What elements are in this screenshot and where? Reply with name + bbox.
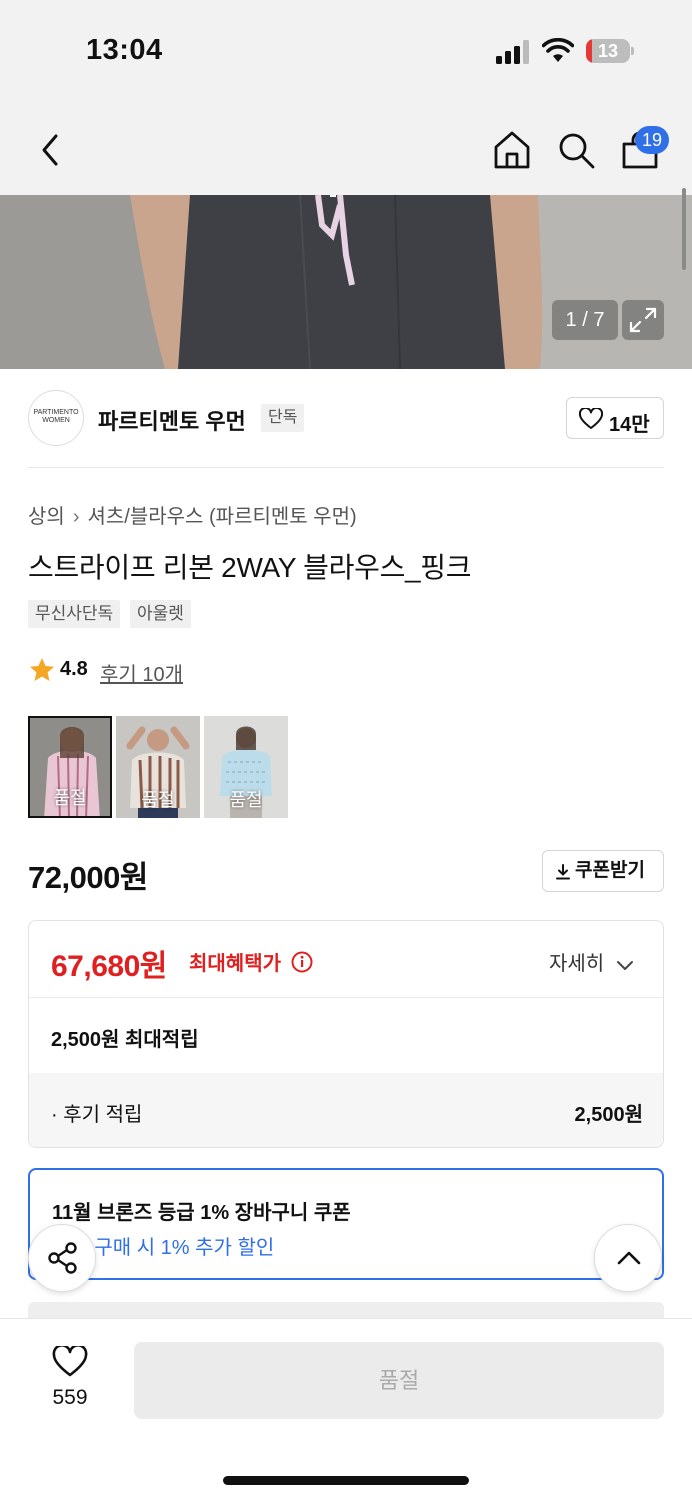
expand-icon — [629, 307, 657, 333]
option-soldout-label: 품절 — [229, 790, 263, 810]
info-icon[interactable] — [291, 951, 313, 973]
brand-logo-text: PARTIMENTO WOMEN — [33, 409, 79, 424]
wifi-icon — [542, 38, 574, 62]
option-soldout-label: 품절 — [53, 788, 87, 808]
max-points: 2,500원 최대적립 — [51, 1029, 199, 1051]
breadcrumb-category[interactable]: 상의 — [28, 500, 65, 529]
product-price: 72,000원 — [28, 860, 148, 895]
wishlist-count: 559 — [52, 1386, 88, 1409]
home-indicator — [223, 1476, 469, 1485]
chevron-up-icon — [617, 1251, 641, 1265]
star-icon — [30, 658, 54, 681]
review-points-row: · 후기 적립 2,500원 — [29, 1073, 663, 1147]
share-button[interactable] — [28, 1224, 96, 1292]
rating-score: 4.8 — [60, 658, 88, 680]
breadcrumb: 상의 › 셔츠/블라우스 (파르티멘토 우먼) — [28, 500, 357, 529]
max-benefit-label-text: 최대혜택가 — [189, 953, 281, 975]
battery-icon: 13 — [586, 38, 634, 64]
coupon-title: 11월 브론즈 등급 1% 장바구니 쿠폰 — [52, 1202, 351, 1224]
scroll-top-button[interactable] — [594, 1224, 662, 1292]
option-soldout-label: 품절 — [141, 790, 175, 810]
soldout-button[interactable]: 품절 — [134, 1342, 664, 1419]
top-nav-bar — [0, 100, 692, 195]
share-icon — [48, 1242, 77, 1274]
image-counter: 1 / 7 — [552, 300, 618, 340]
battery-level: 13 — [597, 41, 619, 61]
brand-like-count: 14만 — [609, 414, 650, 436]
download-icon — [556, 864, 570, 880]
color-option-thumbnail[interactable]: 품절 — [28, 716, 112, 818]
grade-coupon-banner[interactable]: 11월 브론즈 등급 1% 장바구니 쿠폰 이상 구매 시 1% 추가 할인 — [28, 1168, 664, 1280]
cart-count-badge: 19 — [635, 126, 669, 154]
review-points-amount: 2,500원 — [574, 1104, 643, 1126]
chevron-left-icon[interactable] — [38, 132, 62, 168]
product-image[interactable] — [0, 195, 692, 369]
status-bar: 13:04 13 — [0, 0, 692, 100]
color-option-thumbnail[interactable]: 품절 — [204, 716, 288, 818]
max-benefit-price: 67,680원 — [51, 950, 167, 983]
coupon-download-button[interactable]: 쿠폰받기 — [542, 850, 664, 892]
product-photo — [0, 195, 692, 369]
wishlist-heart-icon[interactable] — [52, 1346, 88, 1378]
heart-outline-icon — [579, 408, 603, 429]
benefit-box: 67,680원 최대혜택가 자세히 2,500원 최대적립 · 후기 적립 2,… — [28, 920, 664, 1148]
product-title: 스트라이프 리본 2WAY 블라우스_핑크 — [28, 552, 472, 583]
status-time: 13:04 — [86, 34, 163, 66]
section-divider — [28, 467, 664, 468]
brand-exclusive-tag: 단독 — [261, 404, 305, 432]
detail-toggle[interactable]: 자세히 — [549, 947, 634, 976]
brand-logo[interactable]: PARTIMENTO WOMEN — [28, 390, 84, 446]
review-points-label: · 후기 적립 — [51, 1104, 143, 1126]
breadcrumb-brand[interactable]: (파르티멘토 우먼) — [209, 500, 357, 529]
chevron-down-icon — [616, 961, 633, 970]
benefit-divider — [29, 997, 663, 998]
color-option-thumbnail[interactable]: 품절 — [116, 716, 200, 818]
coupon-button-label: 쿠폰받기 — [575, 860, 645, 881]
home-icon[interactable] — [492, 130, 532, 170]
brand-name[interactable]: 파르티멘토 우먼 — [98, 404, 246, 436]
brand-like-button[interactable]: 14만 — [566, 397, 664, 439]
breadcrumb-separator-icon: › — [72, 506, 80, 528]
max-benefit-label: 최대혜택가 — [189, 947, 313, 976]
tag-exclusive: 무신사단독 — [28, 600, 121, 628]
scroll-indicator — [682, 188, 686, 270]
expand-image-button[interactable] — [622, 300, 664, 340]
breadcrumb-subcategory[interactable]: 셔츠/블라우스 — [87, 500, 203, 529]
detail-toggle-label: 자세히 — [549, 953, 605, 975]
cellular-signal-icon — [496, 40, 529, 64]
review-link[interactable]: 후기 10개 — [100, 658, 183, 687]
tag-outlet: 아울렛 — [130, 600, 191, 628]
search-icon[interactable] — [556, 130, 596, 170]
